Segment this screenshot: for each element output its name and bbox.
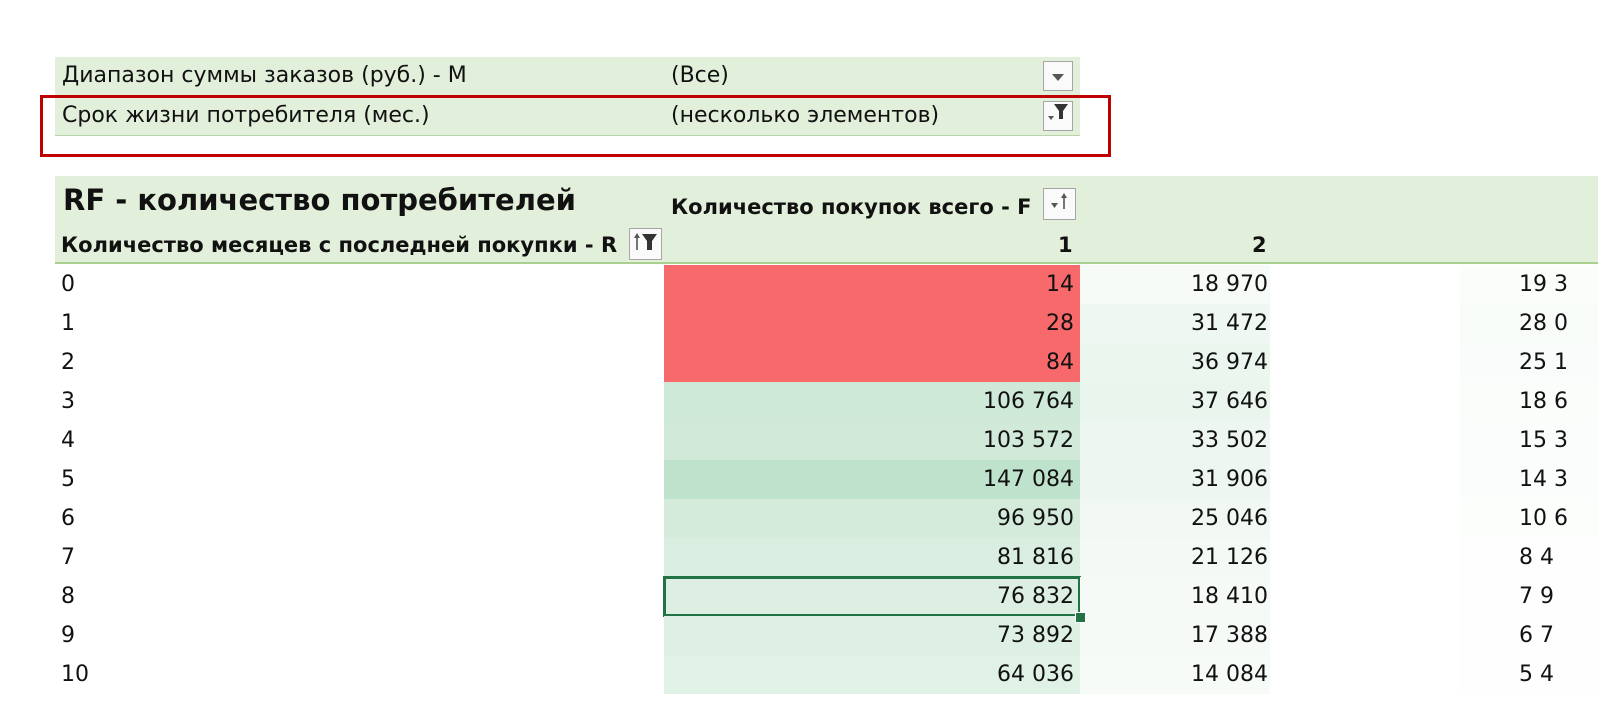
cell[interactable]: 33 502 — [1080, 421, 1270, 460]
cell[interactable]: 18 970 — [1080, 265, 1270, 304]
cell[interactable]: 28 — [664, 304, 1080, 343]
cell[interactable]: 64 036 — [664, 655, 1080, 694]
filter-value-order-sum: (Все) — [671, 63, 729, 88]
cell[interactable]: 15 3 — [1460, 421, 1598, 460]
cell[interactable]: 8 4 — [1460, 538, 1598, 577]
table-row: 6 96 950 25 046 10 6 — [0, 499, 1598, 538]
cell[interactable]: 21 126 — [1080, 538, 1270, 577]
cell[interactable]: 37 646 — [1080, 382, 1270, 421]
cell[interactable]: 5 4 — [1460, 655, 1598, 694]
filter-label-order-sum: Диапазон суммы заказов (руб.) - M — [62, 63, 467, 88]
cell[interactable]: 18 6 — [1460, 382, 1598, 421]
row-label: 4 — [61, 428, 75, 453]
cell[interactable]: 73 892 — [664, 616, 1080, 655]
cell[interactable]: 84 — [664, 343, 1080, 382]
row-field-label: Количество месяцев с последней покупки -… — [61, 233, 618, 257]
cell[interactable]: 25 046 — [1080, 499, 1270, 538]
row-label: 7 — [61, 545, 75, 570]
cell[interactable]: 25 1 — [1460, 343, 1598, 382]
fill-handle[interactable] — [1075, 612, 1086, 623]
row-label: 9 — [61, 623, 75, 648]
table-row: 5 147 084 31 906 14 3 — [0, 460, 1598, 499]
cell[interactable]: 14 084 — [1080, 655, 1270, 694]
column-field-label: Количество покупок всего - F — [671, 195, 1032, 219]
table-row: 1 28 31 472 28 0 — [0, 304, 1598, 343]
cell[interactable]: 10 6 — [1460, 499, 1598, 538]
sort-filter-icon — [633, 231, 659, 257]
cell[interactable]: 6 7 — [1460, 616, 1598, 655]
row-label: 3 — [61, 389, 75, 414]
cell[interactable]: 14 — [664, 265, 1080, 304]
cell[interactable]: 106 764 — [664, 382, 1080, 421]
cell[interactable]: 31 906 — [1080, 460, 1270, 499]
row-label: 10 — [61, 662, 89, 687]
table-row: 0 14 18 970 19 3 — [0, 265, 1598, 304]
row-field-filter-button[interactable] — [629, 228, 662, 260]
row-label: 0 — [61, 272, 75, 297]
cell[interactable]: 7 9 — [1460, 577, 1598, 616]
cell[interactable]: 19 3 — [1460, 265, 1598, 304]
cell[interactable]: 147 084 — [664, 460, 1080, 499]
table-row: 4 103 572 33 502 15 3 — [0, 421, 1598, 460]
filter-row-order-sum: Диапазон суммы заказов (руб.) - M (Все) — [55, 57, 1080, 96]
row-label: 2 — [61, 350, 75, 375]
selected-cell[interactable]: 76 832 — [663, 576, 1081, 617]
cell[interactable]: 103 572 — [664, 421, 1080, 460]
table-row: 9 73 892 17 388 6 7 — [0, 616, 1598, 655]
dropdown-arrow-icon — [1051, 57, 1065, 95]
column-header-1: 1 — [1058, 233, 1073, 257]
cell[interactable]: 17 388 — [1080, 616, 1270, 655]
cell[interactable]: 81 816 — [664, 538, 1080, 577]
cell[interactable]: 96 950 — [664, 499, 1080, 538]
row-label: 8 — [61, 584, 75, 609]
order-sum-filter-dropdown-button[interactable] — [1043, 61, 1073, 91]
column-field-sort-button[interactable] — [1043, 188, 1076, 220]
column-header-2: 2 — [1252, 233, 1267, 257]
cell[interactable]: 28 0 — [1460, 304, 1598, 343]
table-row: 7 81 816 21 126 8 4 — [0, 538, 1598, 577]
cell[interactable]: 31 472 — [1080, 304, 1270, 343]
cell[interactable]: 18 410 — [1080, 577, 1270, 616]
table-row: 10 64 036 14 084 5 4 — [0, 655, 1598, 694]
table-row: 2 84 36 974 25 1 — [0, 343, 1598, 382]
row-label: 1 — [61, 311, 75, 336]
row-label: 6 — [61, 506, 75, 531]
pivot-title: RF - количество потребителей — [63, 183, 576, 217]
table-row: 3 106 764 37 646 18 6 — [0, 382, 1598, 421]
cell[interactable]: 36 974 — [1080, 343, 1270, 382]
cell[interactable]: 14 3 — [1460, 460, 1598, 499]
table-row: 8 76 832 18 410 7 9 — [0, 576, 1598, 617]
filter-highlight-box — [40, 95, 1111, 157]
dropdown-sort-icon — [1049, 191, 1071, 217]
row-label: 5 — [61, 467, 75, 492]
